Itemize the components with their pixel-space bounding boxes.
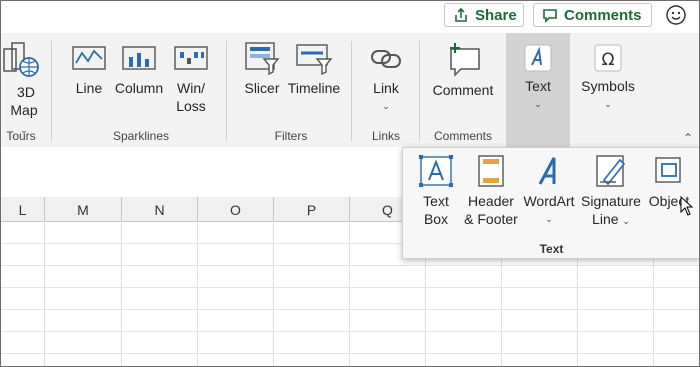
symbols-button[interactable]: Ω Symbols ⌄: [577, 43, 639, 113]
group-label-filters: Filters: [274, 129, 308, 143]
text-dropdown-panel: Text Box Header & Footer WordArt ⌄ Signa…: [402, 147, 699, 259]
text-box-label-line2: Box: [423, 211, 449, 227]
wordart-icon: [538, 157, 556, 185]
title-actions-bar: Share Comments: [1, 1, 699, 33]
sparkline-winloss-button[interactable]: Win/ Loss: [171, 43, 211, 115]
comments-button[interactable]: Comments: [533, 3, 652, 27]
3d-map-button[interactable]: 3D Map ⌄: [1, 39, 43, 139]
comments-label: Comments: [564, 6, 642, 24]
sparkline-winloss-icon: [174, 46, 208, 70]
chevron-down-icon: ⌄: [622, 216, 630, 226]
chevron-down-icon: ⌄: [534, 99, 542, 109]
sparkline-line-label: Line: [75, 80, 103, 96]
wordart-label: WordArt: [523, 193, 575, 209]
link-label: Link: [373, 80, 399, 96]
text-menu-button[interactable]: Text ⌄: [510, 43, 566, 113]
chevron-down-icon: ⌄: [545, 214, 553, 224]
column-header-M[interactable]: M: [45, 197, 122, 221]
object-icon: [655, 157, 681, 183]
new-comment-icon: [450, 43, 480, 77]
sparkline-winloss-label-line1: Win/: [177, 80, 205, 96]
mouse-pointer-icon: [680, 196, 694, 216]
group-label-links: Links: [371, 129, 400, 143]
symbols-label: Symbols: [581, 78, 635, 94]
share-button[interactable]: Share: [444, 3, 524, 27]
signature-line-label-line2: Line: [592, 211, 619, 227]
header-footer-label-line1: Header: [468, 193, 514, 209]
slicer-icon: [245, 42, 280, 76]
column-header-N[interactable]: N: [122, 197, 198, 221]
feedback-smiley-icon[interactable]: [665, 4, 687, 26]
new-comment-button[interactable]: Comment: [429, 41, 497, 99]
header-footer-button[interactable]: Header & Footer: [461, 154, 521, 228]
sparkline-winloss-label-line2: Loss: [176, 98, 206, 114]
collapse-ribbon-icon[interactable]: ⌃: [683, 131, 693, 145]
column-header-L[interactable]: L: [1, 197, 45, 221]
column-header-P[interactable]: P: [274, 197, 350, 221]
omega-symbol-icon: Ω: [594, 44, 622, 72]
timeline-label: Timeline: [287, 80, 341, 96]
timeline-icon: [296, 44, 333, 76]
sparkline-column-icon: [122, 46, 156, 70]
svg-text:Ω: Ω: [602, 50, 615, 70]
slicer-label: Slicer: [244, 80, 280, 96]
new-comment-label: Comment: [432, 82, 494, 98]
text-group-label: Text: [539, 242, 564, 256]
header-footer-icon: [478, 155, 504, 187]
link-button[interactable]: Link ⌄: [363, 43, 409, 115]
slicer-button[interactable]: Slicer: [239, 41, 285, 97]
3d-map-icon: [3, 42, 39, 77]
text-box-label-line1: Text: [423, 193, 449, 209]
sparkline-column-label: Column: [114, 80, 164, 96]
link-icon: [371, 50, 401, 68]
share-icon: [455, 7, 467, 22]
text-icon: [524, 44, 552, 72]
text-box-button[interactable]: Text Box: [413, 154, 459, 228]
timeline-button[interactable]: Timeline: [286, 41, 342, 97]
insert-ribbon: 3D Map ⌄ Tours Line Column Win/ Loss Spa…: [1, 33, 699, 148]
sparkline-line-icon: [72, 46, 106, 70]
sparkline-column-button[interactable]: Column: [113, 43, 165, 97]
group-separator: [351, 41, 352, 141]
excel-window: Share Comments 3D Map ⌄ Tours Line Colum…: [0, 0, 700, 367]
3d-map-label-line2: Map: [10, 102, 38, 118]
signature-line-icon: [596, 155, 626, 187]
sparkline-line-button[interactable]: Line: [69, 43, 109, 97]
header-footer-label-line2: & Footer: [464, 211, 518, 227]
column-header-O[interactable]: O: [198, 197, 274, 221]
comment-icon: [543, 9, 557, 23]
signature-line-label-line1: Signature: [581, 193, 641, 209]
wordart-button[interactable]: WordArt ⌄: [521, 154, 577, 228]
signature-line-button[interactable]: Signature Line ⌄: [579, 154, 643, 230]
group-separator: [226, 41, 227, 141]
group-separator: [51, 41, 52, 141]
chevron-down-icon: ⌄: [604, 99, 612, 109]
group-label-tours: Tours: [6, 129, 36, 143]
3d-map-label-line1: 3D: [17, 84, 35, 100]
text-menu-label: Text: [525, 78, 551, 94]
group-separator: [419, 41, 420, 141]
share-label: Share: [475, 6, 517, 24]
text-box-icon: [419, 155, 453, 187]
chevron-down-icon: ⌄: [382, 101, 390, 111]
group-label-comments: Comments: [433, 129, 492, 143]
group-label-sparklines: Sparklines: [112, 129, 170, 143]
